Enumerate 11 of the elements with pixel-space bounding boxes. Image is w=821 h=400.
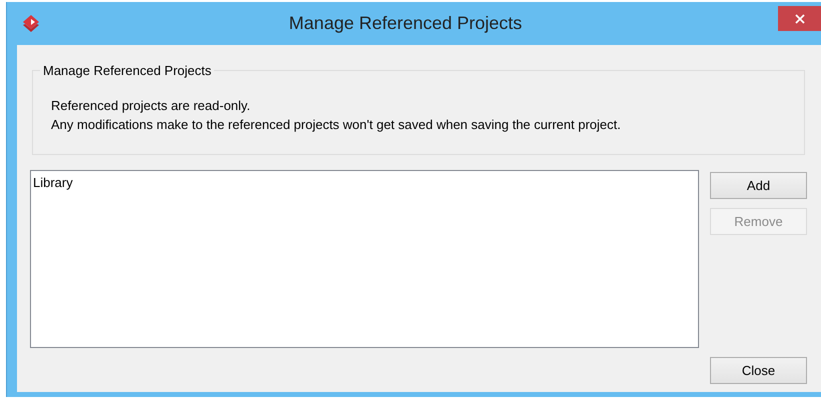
window-title: Manage Referenced Projects [288, 13, 524, 34]
dialog-button[interactable]: Add [710, 172, 807, 199]
message-text: Any modifications make to the referenced projects won't get saved when saving the current project. [51, 116, 622, 134]
list-item[interactable]: Library [33, 175, 696, 191]
message-text: Referenced projects are read-only. [51, 97, 252, 115]
group-title: Manage Referenced Projects [42, 63, 212, 78]
project-list[interactable]: Library [30, 170, 699, 348]
close-button[interactable] [778, 6, 821, 31]
close-icon [794, 14, 804, 24]
dialog-button[interactable]: Close [710, 357, 807, 384]
app-logo-icon [22, 14, 40, 34]
